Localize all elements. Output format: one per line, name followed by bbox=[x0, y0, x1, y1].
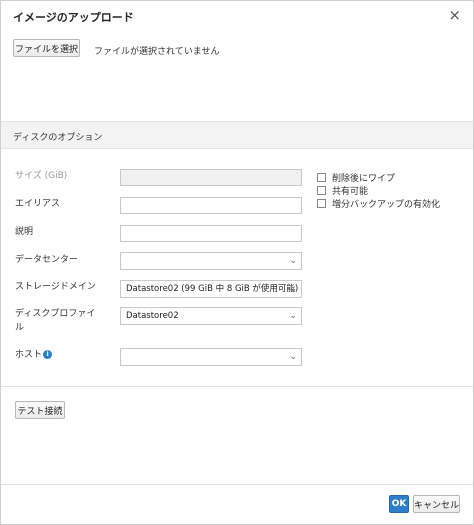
size-label: サイズ (GiB) bbox=[15, 171, 68, 181]
host-label-row: ホスト i bbox=[15, 348, 53, 362]
checkbox-label: 削除後にワイプ bbox=[332, 174, 396, 184]
test-connection-button[interactable]: テスト接続 bbox=[15, 401, 65, 419]
chevron-down-icon: ⌄ bbox=[289, 284, 297, 294]
storage-domain-label: ストレージドメイン bbox=[15, 282, 96, 292]
alias-label: エイリアス bbox=[15, 199, 61, 209]
upload-image-dialog: イメージのアップロード × ファイルを選択 ファイルが選択されていません ディス… bbox=[0, 0, 474, 525]
divider bbox=[1, 386, 473, 387]
section-title: ディスクのオプション bbox=[13, 133, 103, 143]
disk-options-header: ディスクのオプション bbox=[1, 121, 473, 149]
storage-domain-select[interactable]: Datastore02 (99 GiB 中 8 GiB が使用可能) ⌄ bbox=[120, 280, 302, 298]
choose-file-button[interactable]: ファイルを選択 bbox=[13, 39, 80, 57]
chevron-down-icon: ⌄ bbox=[289, 352, 297, 362]
host-select[interactable]: ⌄ bbox=[120, 348, 302, 366]
disk-profile-select[interactable]: Datastore02 ⌄ bbox=[120, 307, 302, 325]
checkbox-box[interactable] bbox=[317, 186, 326, 195]
wipe-after-delete-checkbox[interactable]: 削除後にワイプ bbox=[317, 171, 395, 184]
description-label: 説明 bbox=[15, 227, 34, 237]
chevron-down-icon: ⌄ bbox=[289, 311, 297, 321]
description-input[interactable] bbox=[120, 225, 302, 242]
checkbox-label: 増分バックアップの有効化 bbox=[332, 200, 441, 210]
checkbox-label: 共有可能 bbox=[332, 187, 369, 197]
datacenter-select[interactable]: ⌄ bbox=[120, 252, 302, 270]
checkbox-box[interactable] bbox=[317, 173, 326, 182]
info-icon[interactable]: i bbox=[43, 350, 53, 359]
footer-divider bbox=[1, 484, 473, 485]
shareable-checkbox[interactable]: 共有可能 bbox=[317, 184, 368, 197]
close-icon[interactable]: × bbox=[448, 6, 461, 24]
alias-input[interactable] bbox=[120, 197, 302, 214]
incremental-backup-checkbox[interactable]: 増分バックアップの有効化 bbox=[317, 197, 440, 210]
datacenter-label: データセンター bbox=[15, 255, 79, 265]
host-label: ホスト bbox=[15, 350, 43, 360]
dialog-title: イメージのアップロード bbox=[13, 11, 134, 24]
size-input bbox=[120, 169, 302, 186]
file-status-text: ファイルが選択されていません bbox=[94, 47, 220, 57]
ok-button[interactable]: OK bbox=[389, 495, 409, 513]
checkbox-box[interactable] bbox=[317, 199, 326, 208]
disk-profile-label: ディスクプロファイル bbox=[15, 309, 96, 333]
cancel-button[interactable]: キャンセル bbox=[413, 495, 460, 513]
storage-domain-value: Datastore02 (99 GiB 中 8 GiB が使用可能) bbox=[126, 284, 299, 294]
chevron-down-icon: ⌄ bbox=[289, 256, 297, 266]
disk-profile-value: Datastore02 bbox=[126, 311, 179, 321]
